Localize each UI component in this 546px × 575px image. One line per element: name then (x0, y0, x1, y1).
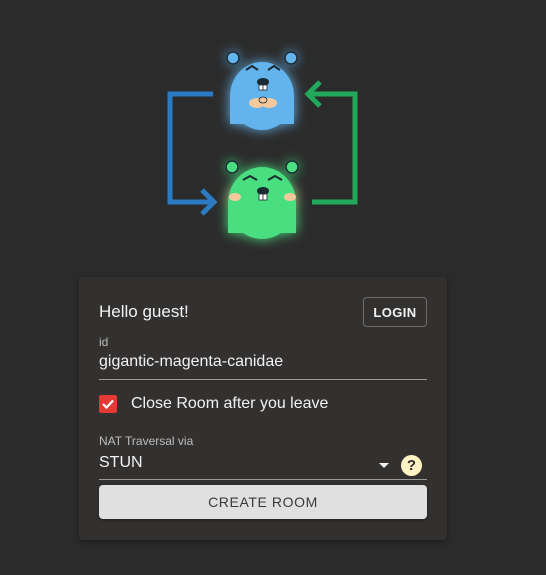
greeting-text: Hello guest! (99, 302, 189, 321)
close-room-option[interactable]: Close Room after you leave (99, 395, 328, 413)
create-room-card: Hello guest! LOGIN id gigantic-magenta-c… (79, 277, 447, 540)
blue-gopher-icon (226, 51, 298, 130)
green-gopher-icon (225, 160, 299, 239)
dropdown-arrow-icon[interactable] (379, 463, 389, 468)
nat-traversal-label: NAT Traversal via (99, 434, 194, 448)
page: Hello guest! LOGIN id gigantic-magenta-c… (0, 0, 546, 575)
hero-illustration (160, 40, 370, 250)
checkmark-icon (102, 399, 114, 410)
nat-traversal-value: STUN (99, 454, 143, 471)
nat-traversal-select[interactable]: STUN ? (99, 451, 427, 480)
close-room-checkbox[interactable] (99, 395, 117, 413)
close-room-label: Close Room after you leave (131, 395, 329, 412)
create-room-button[interactable]: CREATE ROOM (99, 485, 427, 519)
green-arrow-icon (304, 80, 358, 205)
blue-arrow-icon (167, 91, 218, 216)
id-label: id (99, 335, 109, 349)
login-button[interactable]: LOGIN (363, 297, 427, 327)
id-input[interactable]: gigantic-magenta-canidae (99, 353, 427, 380)
help-icon[interactable]: ? (401, 455, 422, 476)
